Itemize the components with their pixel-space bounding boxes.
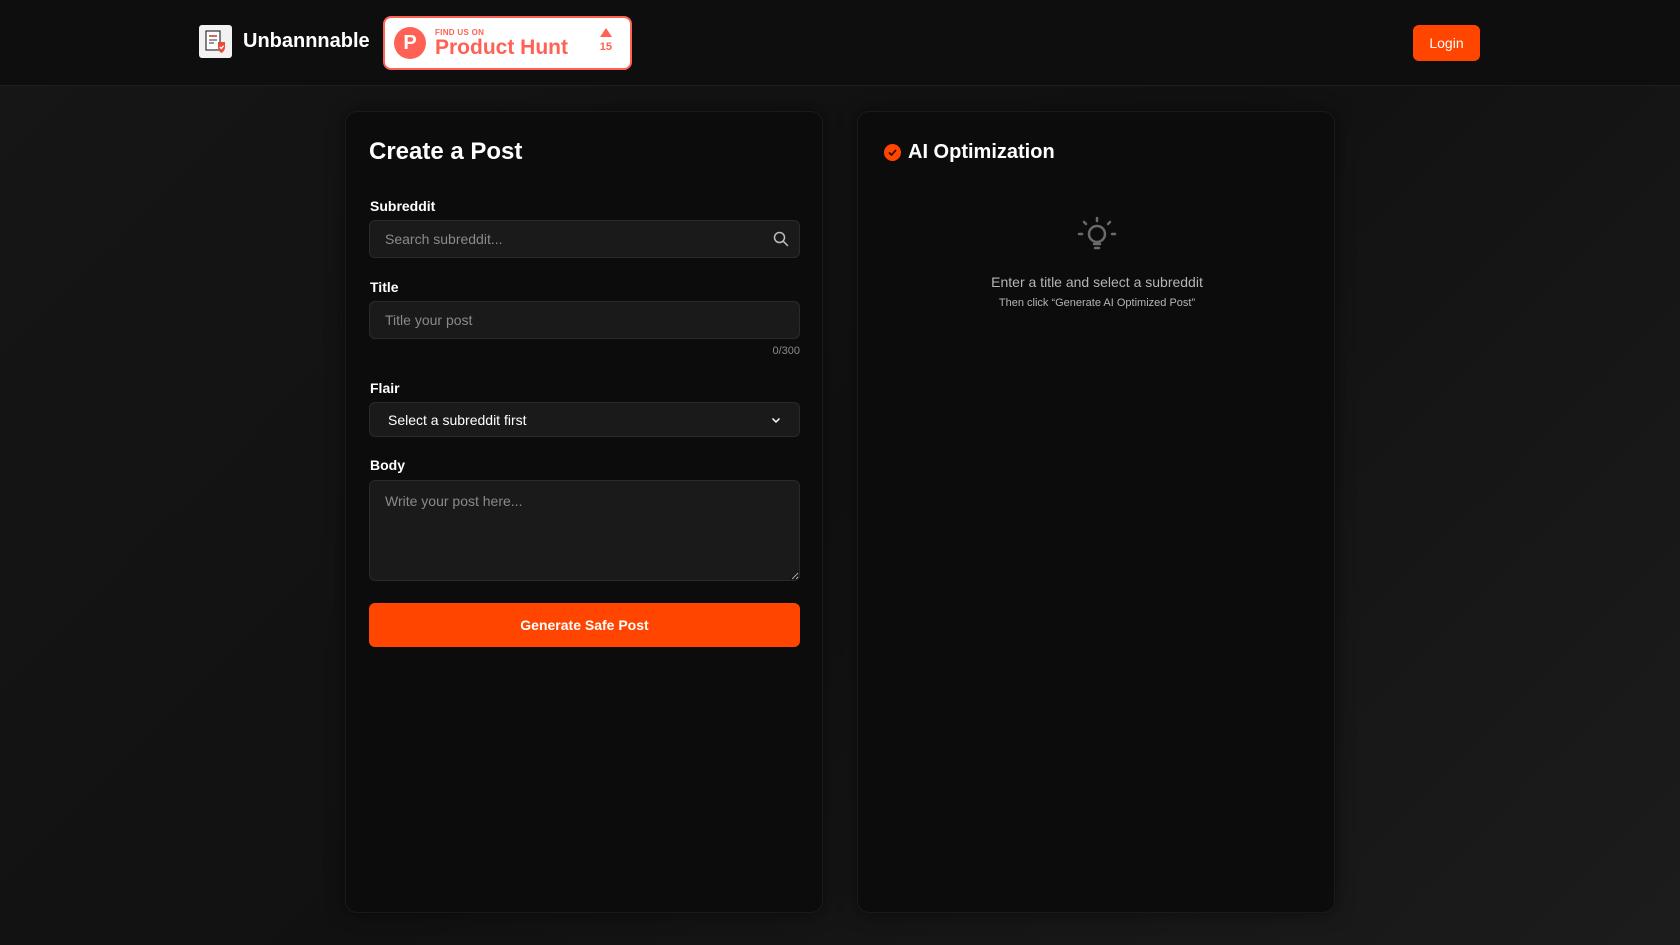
search-icon[interactable]	[772, 230, 790, 248]
flair-selected-value: Select a subreddit first	[388, 411, 527, 428]
vote-count: 15	[599, 41, 612, 53]
ai-hint-sub: Then click “Generate AI Optimized Post”	[998, 297, 1196, 309]
product-hunt-text: FIND US ON Product Hunt	[435, 28, 568, 59]
check-circle-icon	[884, 144, 901, 161]
generate-safe-post-button[interactable]: Generate Safe Post	[369, 603, 800, 647]
product-hunt-logo-letter: P	[403, 31, 417, 54]
product-hunt-name: Product Hunt	[435, 35, 568, 59]
body-textarea[interactable]	[369, 480, 800, 581]
subreddit-label: Subreddit	[370, 198, 436, 214]
document-shield-icon	[199, 25, 232, 58]
product-hunt-badge[interactable]: P FIND US ON Product Hunt 15	[383, 16, 632, 70]
brand[interactable]: Unbannnable	[199, 25, 370, 58]
brand-name: Unbannnable	[243, 30, 370, 52]
flair-select[interactable]: Select a subreddit first	[369, 402, 800, 437]
flair-label: Flair	[370, 380, 400, 396]
title-char-counter: 0/300	[772, 345, 800, 357]
upvote-arrow-icon	[599, 28, 612, 37]
create-post-panel: Create a Post Subreddit Title 0/300 Flai…	[345, 111, 823, 913]
top-navbar: Unbannnable P FIND US ON Product Hunt 15…	[0, 0, 1680, 86]
title-label: Title	[370, 279, 399, 295]
ai-optimization-panel: AI Optimization Enter a title and select…	[857, 111, 1335, 913]
lightbulb-icon	[1077, 216, 1117, 250]
ai-hint-main: Enter a title and select a subreddit	[991, 274, 1203, 290]
title-input[interactable]	[369, 301, 800, 339]
body-label: Body	[370, 457, 405, 473]
product-hunt-logo-icon: P	[394, 27, 426, 59]
ai-optimization-header: AI Optimization	[884, 141, 1055, 164]
subreddit-search-input[interactable]	[369, 220, 800, 258]
ai-optimization-title: AI Optimization	[908, 141, 1055, 163]
login-button[interactable]: Login	[1413, 25, 1480, 61]
product-hunt-votes: 15	[600, 28, 612, 53]
create-post-title: Create a Post	[369, 138, 523, 165]
chevron-down-icon	[771, 417, 781, 423]
